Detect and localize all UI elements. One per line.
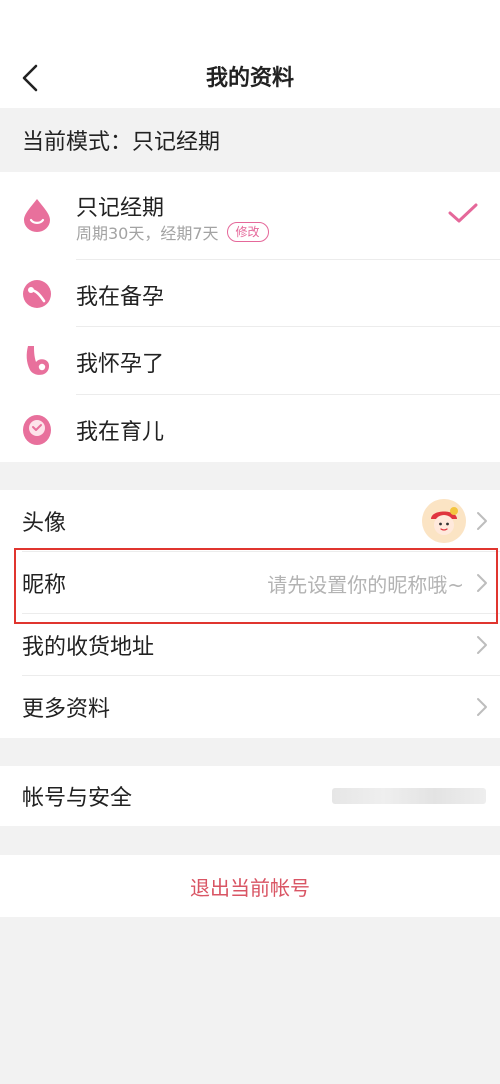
page-title: 我的资料: [205, 66, 294, 91]
nickname-row[interactable]: 昵称 请先设置你的昵称哦~: [0, 552, 500, 614]
chevron-right-icon: [476, 573, 488, 597]
mode-item-trying-to-conceive[interactable]: 我在备孕: [0, 260, 500, 327]
account-security-row[interactable]: 帐号与安全: [0, 766, 500, 826]
logout-button[interactable]: 退出当前帐号: [0, 855, 500, 917]
blurred-account-value: [332, 788, 486, 804]
shipping-address-label: 我的收货地址: [22, 635, 155, 660]
cycle-info-text: 周期30天，经期7天: [76, 224, 219, 243]
account-security-card: 帐号与安全: [0, 766, 500, 826]
avatar-label: 头像: [22, 511, 67, 536]
mode-list: 只记经期 周期30天，经期7天 修改 我在备孕 我怀孕了 我在育儿: [0, 172, 500, 462]
mode-item-parenting[interactable]: 我在育儿: [0, 395, 500, 462]
nickname-label: 昵称: [22, 573, 67, 598]
mode-item-period-only[interactable]: 只记经期 周期30天，经期7天 修改: [0, 172, 500, 260]
more-info-label: 更多资料: [22, 697, 111, 722]
current-mode-label: 当前模式：只记经期: [0, 108, 500, 172]
droplet-icon: [22, 198, 52, 232]
cycle-info: 周期30天，经期7天 修改: [76, 220, 269, 244]
pregnant-icon: [22, 344, 52, 378]
baby-icon: [22, 411, 52, 445]
edit-cycle-button[interactable]: 修改: [226, 222, 269, 242]
nickname-placeholder: 请先设置你的昵称哦~: [267, 572, 464, 597]
account-security-label: 帐号与安全: [22, 786, 133, 811]
top-bar: 我的资料: [0, 0, 500, 108]
mode-label-trying-to-conceive: 我在备孕: [76, 285, 165, 310]
profile-list: 头像 昵称 请先设置你的昵称哦~ 我的收货地址 更多资料: [0, 490, 500, 738]
chevron-right-icon: [476, 635, 488, 659]
mode-label-parenting: 我在育儿: [76, 420, 165, 445]
avatar-row[interactable]: 头像: [0, 490, 500, 552]
avatar[interactable]: [422, 499, 466, 543]
mode-label-period-only: 只记经期: [76, 196, 165, 221]
more-info-row[interactable]: 更多资料: [0, 676, 500, 738]
mode-item-pregnant[interactable]: 我怀孕了: [0, 327, 500, 395]
conceive-icon: [22, 277, 52, 311]
chevron-right-icon: [476, 697, 488, 721]
checkmark-icon: [448, 202, 478, 228]
chevron-right-icon: [476, 511, 488, 535]
shipping-address-row[interactable]: 我的收货地址: [0, 614, 500, 676]
mode-label-pregnant: 我怀孕了: [76, 352, 165, 377]
